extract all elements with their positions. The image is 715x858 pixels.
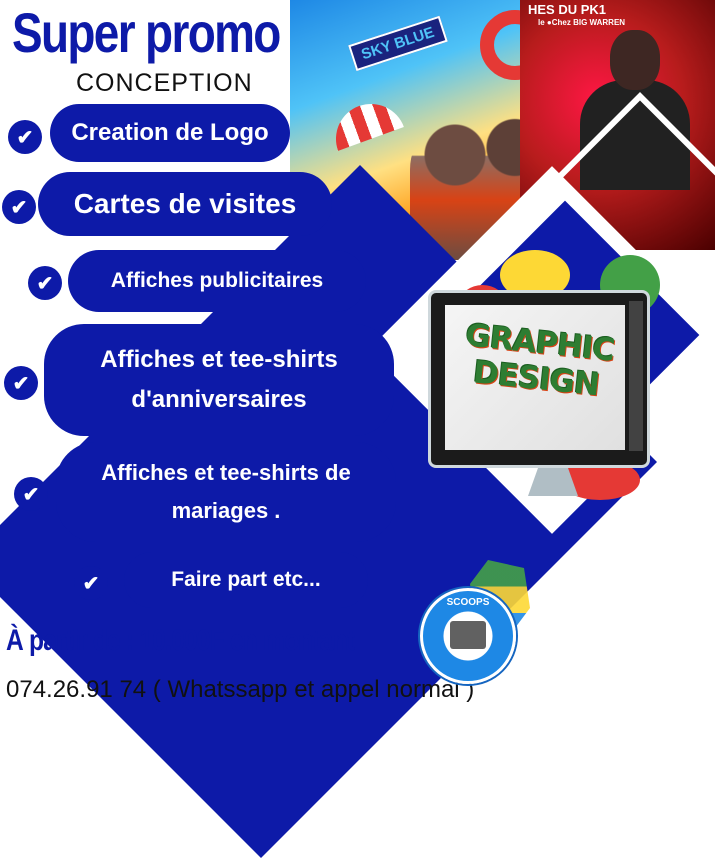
scoops-seal-logo: SCOOPS xyxy=(420,588,516,684)
party-poster-brand: SKY BLUE xyxy=(348,15,448,72)
romance-poster-sub: le ●Chez BIG WARREN xyxy=(538,18,626,27)
seal-label: SCOOPS xyxy=(446,597,490,608)
service-label: Affiches publicitaires xyxy=(110,269,324,292)
check-circle-icon: ✔ xyxy=(28,266,62,300)
check-circle-icon: ✔ xyxy=(8,120,42,154)
service-label-line1: Affiches et tee-shirts xyxy=(100,346,338,373)
service-label: Creation de Logo xyxy=(71,119,269,146)
check-circle-icon: ✔ xyxy=(14,477,48,511)
contact-phone-text: 074.26.91 74 ( Whatssapp et appel normal… xyxy=(6,676,475,703)
service-pill-logo: Creation de Logo xyxy=(50,104,290,162)
editor-toolbar-panel xyxy=(629,301,643,451)
corner-square-outline xyxy=(629,496,715,624)
graphic-design-text: GRAPHIC DESIGN xyxy=(450,316,625,405)
check-circle-icon: ✔ xyxy=(74,566,108,600)
service-pill-ads: Affiches publicitaires xyxy=(68,250,366,312)
service-pill-cards: Cartes de visites xyxy=(38,172,332,236)
service-label: Cartes de visites xyxy=(73,188,297,219)
couple-head-shape xyxy=(610,30,660,90)
service-label: Faire part etc... xyxy=(171,568,321,591)
seal-inner-image xyxy=(450,621,486,649)
promo-subhead: CONCEPTION xyxy=(76,69,253,97)
service-pill-wedding: Affiches et tee-shirts de mariages . xyxy=(56,442,396,542)
service-label-line2: mariages . xyxy=(171,498,281,523)
beach-umbrella-shape xyxy=(326,94,404,151)
service-pill-announcements: Faire part etc... xyxy=(124,552,368,608)
monitor-screen: GRAPHIC DESIGN xyxy=(445,305,625,450)
check-circle-icon: ✔ xyxy=(4,366,38,400)
romance-poster-title: HES DU PK1 xyxy=(528,2,607,17)
promo-headline: Super promo xyxy=(12,1,281,64)
service-label-line2: d'anniversaires xyxy=(131,386,307,413)
check-circle-icon: ✔ xyxy=(2,190,36,224)
computer-monitor: GRAPHIC DESIGN xyxy=(428,290,650,468)
service-label-line1: Affiches et tee-shirts de xyxy=(101,460,351,485)
service-pill-birthday: Affiches et tee-shirts d'anniversaires xyxy=(44,324,394,436)
price-text: À partir de : 10.000F en montant xyxy=(6,624,355,657)
